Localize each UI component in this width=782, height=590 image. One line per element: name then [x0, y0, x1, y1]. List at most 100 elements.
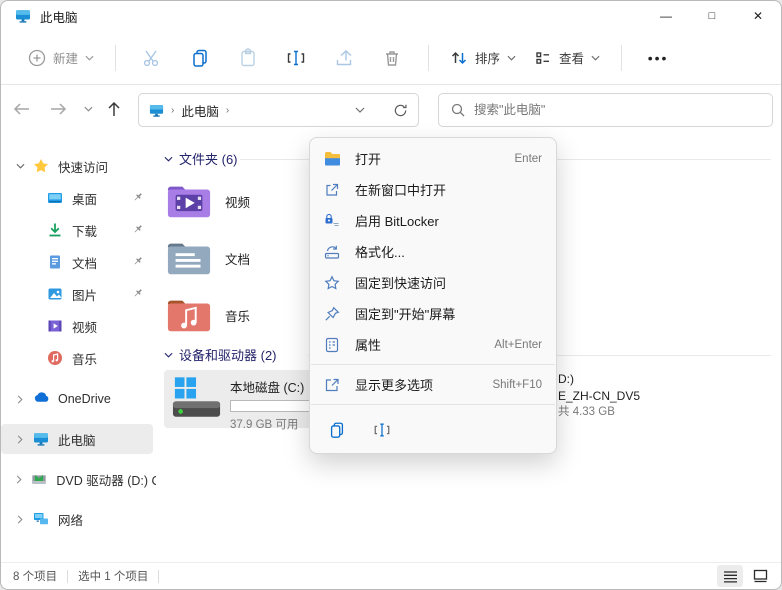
paste-icon [238, 48, 258, 68]
sidebar-item-downloads[interactable]: 下载 [1, 215, 156, 245]
folder-tile-label: 文档 [225, 249, 250, 268]
cut-button[interactable] [130, 40, 174, 76]
details-view-button[interactable] [717, 565, 743, 587]
copy-icon [190, 48, 210, 68]
sidebar-item-music[interactable]: 音乐 [1, 343, 156, 373]
dvd-drive-icon [31, 471, 47, 487]
sidebar-item-onedrive[interactable]: OneDrive [1, 384, 156, 414]
menu-item-show-more-options[interactable]: 显示更多选项 Shift+F10 [315, 369, 551, 400]
menu-shortcut: Alt+Enter [494, 339, 542, 351]
share-button[interactable] [322, 40, 366, 76]
menu-item-format[interactable]: 格式化... [315, 236, 551, 267]
sidebar-item-videos[interactable]: 视频 [1, 311, 156, 341]
share-icon [334, 48, 354, 68]
up-button[interactable] [100, 95, 128, 123]
status-divider [67, 570, 68, 583]
chevron-down-icon [507, 55, 516, 61]
chevron-right-icon[interactable] [13, 515, 27, 524]
menu-item-pin-to-quick-access[interactable]: 固定到快速访问 [315, 267, 551, 298]
sidebar-item-desktop[interactable]: 桌面 [1, 183, 156, 213]
address-dropdown-button[interactable] [355, 107, 365, 113]
onedrive-icon [33, 391, 49, 407]
menu-item-pin-to-start[interactable]: 固定到"开始"屏幕 [315, 298, 551, 329]
menu-item-enable-bitlocker[interactable]: 启用 BitLocker [315, 205, 551, 236]
menu-item-label: 固定到快速访问 [355, 273, 542, 292]
forward-button[interactable] [44, 95, 72, 123]
sidebar-item-dvd-drive[interactable]: DVD 驱动器 (D:) CP [1, 464, 156, 494]
view-button[interactable]: 查看 [525, 41, 609, 74]
refresh-icon[interactable] [393, 103, 408, 118]
this-pc-icon [15, 8, 31, 24]
view-toggle-buttons [717, 565, 773, 587]
rename-button[interactable] [274, 40, 318, 76]
chevron-right-icon[interactable] [13, 475, 25, 484]
recent-locations-button[interactable] [77, 95, 99, 123]
sidebar-item-pictures[interactable]: 图片 [1, 279, 156, 309]
sidebar-item-label: 音乐 [72, 349, 97, 368]
navigation-bar: › 此电脑 › [1, 85, 781, 134]
delete-button[interactable] [370, 40, 414, 76]
minimize-button[interactable]: — [643, 1, 689, 31]
close-button[interactable]: ✕ [735, 1, 781, 31]
menu-copy-button[interactable] [322, 415, 352, 445]
copy-button[interactable] [178, 40, 222, 76]
local-disk-icon [172, 376, 222, 421]
sidebar-item-label: 文档 [72, 253, 97, 272]
menu-icon-row [310, 409, 556, 449]
view-label: 查看 [559, 48, 584, 67]
menu-item-properties[interactable]: 属性 Alt+Enter [315, 329, 551, 360]
chevron-down-icon[interactable] [13, 163, 27, 169]
search-input[interactable] [474, 103, 760, 117]
menu-separator [311, 364, 555, 365]
menu-item-open[interactable]: 打开 Enter [315, 143, 551, 174]
status-bar: 8 个项目 选中 1 个项目 [1, 562, 781, 589]
chevron-down-icon[interactable] [164, 156, 173, 162]
breadcrumb-chevron-icon: › [171, 105, 174, 116]
new-label: 新建 [53, 48, 78, 67]
folders-group-label: 文件夹 (6) [179, 149, 238, 168]
trash-icon [382, 48, 402, 68]
more-icon: ••• [648, 50, 669, 66]
pin-outline-icon [324, 305, 342, 323]
dvd-label-fragment: D:) [558, 371, 640, 388]
search-box [438, 93, 773, 127]
search-icon [451, 103, 465, 117]
maximize-button[interactable]: □ [689, 1, 735, 31]
menu-separator [311, 404, 555, 405]
folder-tile-videos[interactable]: 视频 [166, 176, 316, 226]
chevron-right-icon[interactable] [13, 435, 27, 444]
breadcrumb-this-pc[interactable]: 此电脑 [181, 101, 219, 120]
folder-tile-documents[interactable]: 文档 [166, 233, 316, 283]
selected-count: 选中 1 个项目 [78, 568, 148, 584]
document-icon [47, 254, 63, 270]
paste-button[interactable] [226, 40, 270, 76]
sidebar-item-documents[interactable]: 文档 [1, 247, 156, 277]
menu-item-open-new-window[interactable]: 在新窗口中打开 [315, 174, 551, 205]
dvd-drive-item[interactable]: D:) E_ZH-CN_DV5 共 4.33 GB [558, 371, 640, 421]
large-icons-view-button[interactable] [747, 565, 773, 587]
pin-icon [132, 287, 144, 299]
documents-folder-icon [166, 238, 212, 278]
menu-item-label: 打开 [355, 149, 515, 168]
chevron-down-icon[interactable] [164, 352, 173, 358]
sidebar-item-this-pc[interactable]: 此电脑 [1, 424, 153, 454]
sidebar-item-quick-access[interactable]: 快速访问 [1, 151, 156, 181]
toolbar-divider [621, 45, 622, 71]
address-bar[interactable]: › 此电脑 › [138, 93, 419, 127]
folder-tile-music[interactable]: 音乐 [166, 290, 316, 340]
view-icon [534, 49, 552, 67]
sidebar-item-network[interactable]: 网络 [1, 504, 156, 534]
videos-folder-icon [166, 181, 212, 221]
sidebar-item-label: 图片 [72, 285, 97, 304]
pin-icon [132, 191, 144, 203]
chevron-right-icon[interactable] [13, 395, 27, 404]
more-button[interactable]: ••• [636, 40, 680, 76]
menu-rename-button[interactable] [367, 415, 397, 445]
explorer-window: 此电脑 — □ ✕ 新建 [0, 0, 782, 590]
dvd-volume-fragment: E_ZH-CN_DV5 [558, 388, 640, 405]
properties-icon [324, 336, 342, 354]
show-more-options-icon [324, 376, 342, 394]
back-button[interactable] [7, 95, 35, 123]
sort-button[interactable]: 排序 [441, 41, 525, 74]
new-button[interactable]: 新建 [19, 41, 103, 74]
